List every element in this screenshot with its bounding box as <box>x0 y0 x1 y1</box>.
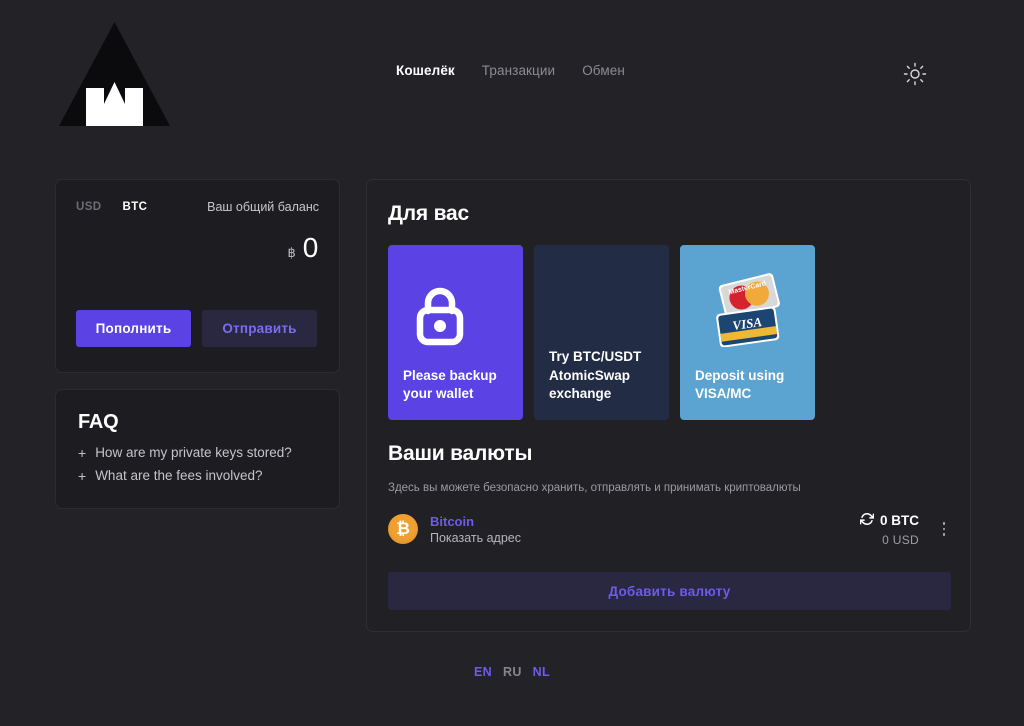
currency-tab-btc[interactable]: BTC <box>122 201 147 213</box>
lang-nl[interactable]: NL <box>533 665 550 679</box>
sun-icon[interactable] <box>903 62 927 86</box>
logo-icon <box>59 22 170 126</box>
wallet-page: Кошелёк Транзакции Обмен USD BTC Ваш общ… <box>0 0 1024 726</box>
currency-amount-crypto: 0 BTC <box>859 512 919 529</box>
kebab-dot <box>942 533 946 536</box>
main-panel: Для вас Please backup your wallet Try BT… <box>366 179 971 632</box>
currency-row-bitcoin[interactable]: ₿ Bitcoin Показать адрес 0 BTC 0 USD <box>388 502 951 556</box>
credit-cards-icon: MasterCard VISA <box>706 273 790 352</box>
add-currency-button[interactable]: Добавить валюту <box>388 572 951 610</box>
currency-amount-value: 0 BTC <box>879 512 919 528</box>
faq-item-label: How are my private keys stored? <box>95 445 292 460</box>
kebab-dot <box>942 527 946 531</box>
plus-icon: + <box>78 444 87 461</box>
faq-card: FAQ + How are my private keys stored? + … <box>55 389 340 509</box>
currency-amount-fiat: 0 USD <box>882 532 919 547</box>
main-nav: Кошелёк Транзакции Обмен <box>396 63 625 78</box>
total-balance-amount: ฿ 0 <box>287 232 318 264</box>
btc-symbol: ฿ <box>287 245 296 260</box>
promo-card-backup[interactable]: Please backup your wallet <box>388 245 523 420</box>
wallet-logo[interactable] <box>57 20 172 128</box>
plus-icon: + <box>78 467 87 484</box>
lock-icon <box>411 285 469 352</box>
currency-row-values: 0 BTC 0 USD <box>859 512 937 547</box>
nav-item-exchange[interactable]: Обмен <box>582 63 625 78</box>
faq-title: FAQ <box>78 411 119 433</box>
promo-card-atomicswap[interactable]: Try BTC/USDT AtomicSwap exchange <box>534 245 669 420</box>
currency-tab-usd[interactable]: USD <box>76 201 101 213</box>
balance-actions: Пополнить Отправить <box>76 310 317 347</box>
currency-name[interactable]: Bitcoin <box>430 514 521 529</box>
faq-item-fees[interactable]: + What are the fees involved? <box>78 468 317 483</box>
promo-card-backup-text: Please backup your wallet <box>403 367 497 402</box>
deposit-button[interactable]: Пополнить <box>76 310 191 347</box>
currencies-subtitle: Здесь вы можете безопасно хранить, отпра… <box>388 482 801 494</box>
balance-value: 0 <box>302 232 319 263</box>
faq-list: + How are my private keys stored? + What… <box>78 445 317 483</box>
for-you-title: Для вас <box>388 202 469 225</box>
faq-item-label: What are the fees involved? <box>95 468 263 483</box>
currency-row-labels: Bitcoin Показать адрес <box>430 514 521 545</box>
kebab-menu-icon[interactable] <box>937 522 951 536</box>
page-header: Кошелёк Транзакции Обмен <box>0 0 1024 150</box>
language-switcher: EN RU NL <box>0 665 1024 679</box>
balance-header: USD BTC Ваш общий баланс <box>76 200 319 214</box>
faq-item-keys[interactable]: + How are my private keys stored? <box>78 445 317 460</box>
promo-card-visa-mc-text: Deposit using VISA/MC <box>695 367 785 402</box>
currencies-title: Ваши валюты <box>388 442 533 465</box>
balance-card: USD BTC Ваш общий баланс ฿ 0 Пополнить О… <box>55 179 340 373</box>
promo-card-visa-mc[interactable]: MasterCard VISA Deposit using VISA/MC <box>680 245 815 420</box>
promo-cards: Please backup your wallet Try BTC/USDT A… <box>388 245 815 420</box>
total-balance-label: Ваш общий баланс <box>207 200 319 214</box>
nav-item-transactions[interactable]: Транзакции <box>482 63 555 78</box>
kebab-dot <box>942 522 946 525</box>
send-button[interactable]: Отправить <box>202 310 317 347</box>
lang-ru[interactable]: RU <box>503 665 522 679</box>
promo-card-atomicswap-text: Try BTC/USDT AtomicSwap exchange <box>549 349 642 402</box>
show-address-link[interactable]: Показать адрес <box>430 531 521 545</box>
lang-en[interactable]: EN <box>474 665 492 679</box>
refresh-icon[interactable] <box>859 512 875 529</box>
nav-item-wallet[interactable]: Кошелёк <box>396 63 455 78</box>
bitcoin-icon: ₿ <box>388 514 418 544</box>
